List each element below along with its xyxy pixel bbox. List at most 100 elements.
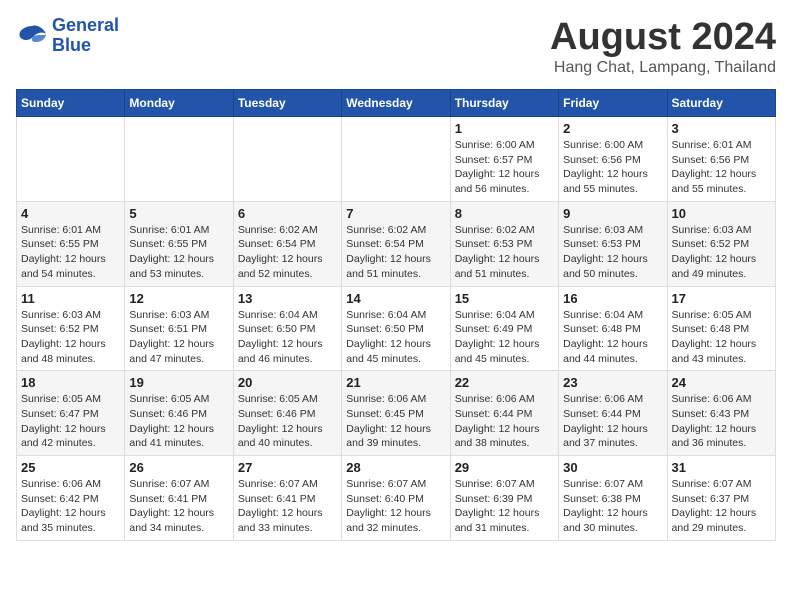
cell-date-number: 16 (563, 291, 662, 306)
cell-date-number: 25 (21, 460, 120, 475)
cell-date-number: 15 (455, 291, 554, 306)
cell-date-number: 8 (455, 206, 554, 221)
calendar-cell: 6 Sunrise: 6:02 AMSunset: 6:54 PMDaylight… (233, 201, 341, 286)
calendar-cell: 3 Sunrise: 6:01 AMSunset: 6:56 PMDaylight… (667, 117, 775, 202)
cell-date-number: 9 (563, 206, 662, 221)
calendar-cell: 13Sunrise: 6:04 AMSunset: 6:50 PMDayligh… (233, 286, 341, 371)
cell-date-number: 2 (563, 121, 662, 136)
calendar-cell: 23Sunrise: 6:06 AMSunset: 6:44 PMDayligh… (559, 371, 667, 456)
cell-day-info: Sunrise: 6:02 AMSunset: 6:54 PMDaylight:… (346, 223, 445, 282)
cell-day-info: Sunrise: 6:07 AMSunset: 6:37 PMDaylight:… (672, 477, 771, 536)
calendar-cell: 27Sunrise: 6:07 AMSunset: 6:41 PMDayligh… (233, 456, 341, 541)
calendar-cell: 19 Sunrise: 6:05 AMSunset: 6:46 PMDayligh… (125, 371, 233, 456)
cell-day-info: Sunrise: 6:06 AMSunset: 6:43 PMDaylight:… (672, 392, 771, 451)
calendar-day-header: Tuesday (233, 90, 341, 117)
cell-day-info: Sunrise: 6:02 AMSunset: 6:53 PMDaylight:… (455, 223, 554, 282)
calendar-week-row: 18 Sunrise: 6:05 AMSunset: 6:47 PMDayligh… (17, 371, 776, 456)
calendar-cell: 5Sunrise: 6:01 AMSunset: 6:55 PMDaylight… (125, 201, 233, 286)
calendar-table: SundayMondayTuesdayWednesdayThursdayFrid… (16, 89, 776, 541)
logo-line2: Blue (52, 36, 119, 56)
calendar-cell: 17Sunrise: 6:05 AMSunset: 6:48 PMDayligh… (667, 286, 775, 371)
cell-date-number: 4 (21, 206, 120, 221)
calendar-cell: 26 Sunrise: 6:07 AMSunset: 6:41 PMDayligh… (125, 456, 233, 541)
calendar-day-header: Friday (559, 90, 667, 117)
calendar-header-row: SundayMondayTuesdayWednesdayThursdayFrid… (17, 90, 776, 117)
cell-day-info: Sunrise: 6:01 AMSunset: 6:55 PMDaylight:… (21, 223, 120, 282)
cell-day-info: Sunrise: 6:07 AMSunset: 6:40 PMDaylight:… (346, 477, 445, 536)
calendar-cell: 20Sunrise: 6:05 AMSunset: 6:46 PMDayligh… (233, 371, 341, 456)
cell-day-info: Sunrise: 6:06 AMSunset: 6:44 PMDaylight:… (563, 392, 662, 451)
cell-day-info: Sunrise: 6:05 AMSunset: 6:47 PMDaylight:… (21, 392, 120, 451)
cell-date-number: 22 (455, 375, 554, 390)
cell-date-number: 5 (129, 206, 228, 221)
cell-day-info: Sunrise: 6:02 AMSunset: 6:54 PMDaylight:… (238, 223, 337, 282)
cell-date-number: 21 (346, 375, 445, 390)
calendar-week-row: 11 Sunrise: 6:03 AMSunset: 6:52 PMDayligh… (17, 286, 776, 371)
cell-day-info: Sunrise: 6:04 AMSunset: 6:50 PMDaylight:… (346, 308, 445, 367)
cell-date-number: 14 (346, 291, 445, 306)
cell-date-number: 20 (238, 375, 337, 390)
cell-date-number: 24 (672, 375, 771, 390)
cell-date-number: 7 (346, 206, 445, 221)
calendar-cell: 18 Sunrise: 6:05 AMSunset: 6:47 PMDayligh… (17, 371, 125, 456)
calendar-cell: 30 Sunrise: 6:07 AMSunset: 6:38 PMDayligh… (559, 456, 667, 541)
cell-date-number: 31 (672, 460, 771, 475)
cell-date-number: 12 (129, 291, 228, 306)
calendar-week-row: 1Sunrise: 6:00 AMSunset: 6:57 PMDaylight… (17, 117, 776, 202)
cell-date-number: 26 (129, 460, 228, 475)
cell-day-info: Sunrise: 6:03 AMSunset: 6:52 PMDaylight:… (21, 308, 120, 367)
cell-date-number: 30 (563, 460, 662, 475)
cell-day-info: Sunrise: 6:05 AMSunset: 6:46 PMDaylight:… (129, 392, 228, 451)
calendar-cell: 11 Sunrise: 6:03 AMSunset: 6:52 PMDayligh… (17, 286, 125, 371)
cell-day-info: Sunrise: 6:06 AMSunset: 6:45 PMDaylight:… (346, 392, 445, 451)
cell-day-info: Sunrise: 6:07 AMSunset: 6:41 PMDaylight:… (238, 477, 337, 536)
cell-day-info: Sunrise: 6:07 AMSunset: 6:41 PMDaylight:… (129, 477, 228, 536)
calendar-cell: 15 Sunrise: 6:04 AMSunset: 6:49 PMDayligh… (450, 286, 558, 371)
calendar-cell: 2 Sunrise: 6:00 AMSunset: 6:56 PMDaylight… (559, 117, 667, 202)
logo-line1: General (52, 15, 119, 35)
cell-day-info: Sunrise: 6:07 AMSunset: 6:38 PMDaylight:… (563, 477, 662, 536)
calendar-day-header: Wednesday (342, 90, 450, 117)
cell-day-info: Sunrise: 6:06 AMSunset: 6:44 PMDaylight:… (455, 392, 554, 451)
calendar-cell: 12 Sunrise: 6:03 AMSunset: 6:51 PMDayligh… (125, 286, 233, 371)
calendar-day-header: Saturday (667, 90, 775, 117)
calendar-cell: 29 Sunrise: 6:07 AMSunset: 6:39 PMDayligh… (450, 456, 558, 541)
cell-day-info: Sunrise: 6:01 AMSunset: 6:56 PMDaylight:… (672, 138, 771, 197)
cell-day-info: Sunrise: 6:00 AMSunset: 6:56 PMDaylight:… (563, 138, 662, 197)
calendar-subtitle: Hang Chat, Lampang, Thailand (550, 59, 776, 77)
calendar-cell (342, 117, 450, 202)
cell-date-number: 6 (238, 206, 337, 221)
cell-day-info: Sunrise: 6:03 AMSunset: 6:51 PMDaylight:… (129, 308, 228, 367)
calendar-week-row: 4 Sunrise: 6:01 AMSunset: 6:55 PMDaylight… (17, 201, 776, 286)
cell-day-info: Sunrise: 6:03 AMSunset: 6:53 PMDaylight:… (563, 223, 662, 282)
cell-date-number: 13 (238, 291, 337, 306)
logo: General Blue (16, 16, 119, 56)
calendar-cell: 31 Sunrise: 6:07 AMSunset: 6:37 PMDayligh… (667, 456, 775, 541)
calendar-cell (125, 117, 233, 202)
cell-date-number: 18 (21, 375, 120, 390)
cell-date-number: 29 (455, 460, 554, 475)
cell-day-info: Sunrise: 6:04 AMSunset: 6:49 PMDaylight:… (455, 308, 554, 367)
calendar-cell: 25Sunrise: 6:06 AMSunset: 6:42 PMDayligh… (17, 456, 125, 541)
cell-day-info: Sunrise: 6:07 AMSunset: 6:39 PMDaylight:… (455, 477, 554, 536)
calendar-cell: 9 Sunrise: 6:03 AMSunset: 6:53 PMDaylight… (559, 201, 667, 286)
calendar-cell: 8 Sunrise: 6:02 AMSunset: 6:53 PMDaylight… (450, 201, 558, 286)
calendar-cell: 10Sunrise: 6:03 AMSunset: 6:52 PMDayligh… (667, 201, 775, 286)
title-block: August 2024 Hang Chat, Lampang, Thailand (550, 16, 776, 77)
calendar-cell: 24 Sunrise: 6:06 AMSunset: 6:43 PMDayligh… (667, 371, 775, 456)
cell-date-number: 3 (672, 121, 771, 136)
cell-day-info: Sunrise: 6:00 AMSunset: 6:57 PMDaylight:… (455, 138, 554, 197)
calendar-cell: 16 Sunrise: 6:04 AMSunset: 6:48 PMDayligh… (559, 286, 667, 371)
calendar-cell: 7 Sunrise: 6:02 AMSunset: 6:54 PMDaylight… (342, 201, 450, 286)
calendar-cell (17, 117, 125, 202)
cell-date-number: 19 (129, 375, 228, 390)
calendar-cell: 14 Sunrise: 6:04 AMSunset: 6:50 PMDayligh… (342, 286, 450, 371)
cell-date-number: 28 (346, 460, 445, 475)
cell-date-number: 10 (672, 206, 771, 221)
calendar-day-header: Thursday (450, 90, 558, 117)
calendar-cell: 22 Sunrise: 6:06 AMSunset: 6:44 PMDayligh… (450, 371, 558, 456)
cell-date-number: 11 (21, 291, 120, 306)
calendar-cell (233, 117, 341, 202)
cell-day-info: Sunrise: 6:04 AMSunset: 6:48 PMDaylight:… (563, 308, 662, 367)
cell-date-number: 17 (672, 291, 771, 306)
